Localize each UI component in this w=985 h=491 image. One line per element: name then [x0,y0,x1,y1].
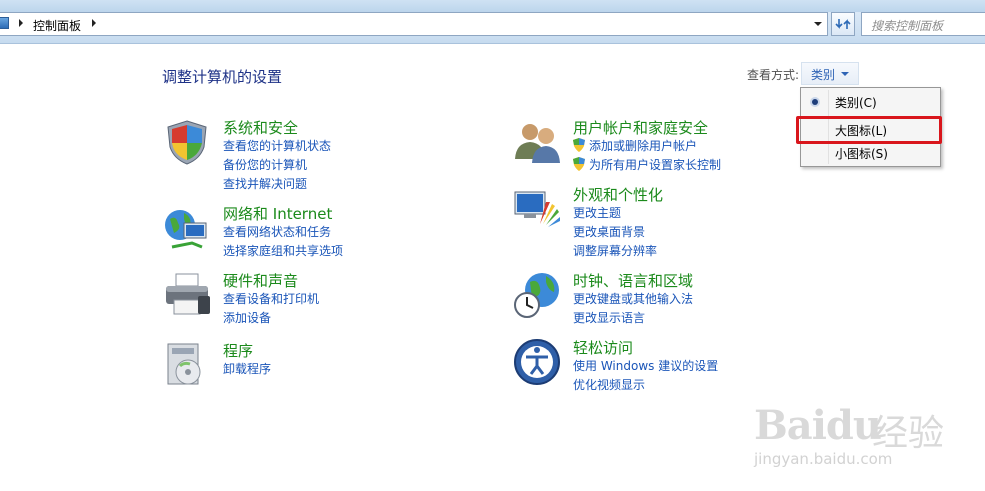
watermark-cn: 经验 [872,413,945,454]
ease-of-access-icon [514,339,560,385]
link-network-status[interactable]: 查看网络状态和任务 [223,223,331,240]
search-input[interactable]: 搜索控制面板 [861,12,985,36]
link-change-input-method[interactable]: 更改键盘或其他输入法 [573,290,693,307]
link-label: 为所有用户设置家长控制 [589,158,722,172]
breadcrumb-control-panel[interactable]: 控制面板 [33,17,81,34]
appearance-icon [514,191,560,227]
category-title[interactable]: 外观和个性化 [573,184,663,205]
menu-item-label: 小图标(S) [835,147,888,161]
category-programs: 程序 卸载程序 [162,340,442,390]
menu-item-small-icons[interactable]: 小图标(S) [801,142,940,164]
programs-icon [167,343,201,385]
printer-icon [166,273,210,315]
category-title[interactable]: 程序 [223,340,253,361]
network-icon [165,210,207,249]
users-icon [515,124,560,163]
category-appearance: 外观和个性化 更改主题 更改桌面背景 调整屏幕分辨率 [512,184,792,264]
view-by-value: 类别 [811,68,836,82]
link-backup-computer[interactable]: 备份您的计算机 [223,156,307,173]
breadcrumb-arrow-icon[interactable] [19,19,23,27]
link-uninstall-program[interactable]: 卸载程序 [223,360,271,377]
link-recommended-settings[interactable]: 使用 Windows 建议的设置 [573,357,718,374]
uac-shield-icon [573,157,585,171]
annotation-highlight-box [796,116,942,144]
window-frame-top [0,0,985,12]
link-check-computer-status[interactable]: 查看您的计算机状态 [223,137,331,154]
watermark-brand: Baidu [754,402,882,449]
page-title: 调整计算机的设置 [162,68,283,86]
watermark-url: jingyan.baidu.com [754,450,893,468]
breadcrumb-arrow-icon[interactable] [92,19,96,27]
uac-shield-icon [573,138,585,152]
category-clock-language-region: 时钟、语言和区域 更改键盘或其他输入法 更改显示语言 [512,270,792,330]
baidu-jingyan-watermark: Baidu 经验 jingyan.baidu.com [754,398,979,478]
menu-item-label: 类别(C) [835,96,877,110]
category-title[interactable]: 系统和安全 [223,117,298,138]
link-label: 添加或删除用户帐户 [589,139,698,153]
navigation-toolbar: 控制面板 搜索控制面板 [0,12,985,44]
category-ease-of-access: 轻松访问 使用 Windows 建议的设置 优化视频显示 [512,337,792,397]
view-by-label: 查看方式: [747,68,800,82]
link-change-theme[interactable]: 更改主题 [573,204,621,221]
refresh-icon [835,19,851,29]
chevron-down-icon [841,72,849,76]
address-bar[interactable]: 控制面板 [0,12,828,36]
link-add-remove-accounts[interactable]: 添加或删除用户帐户 [573,137,697,154]
view-by-dropdown[interactable]: 类别 [801,62,859,85]
link-homegroup-sharing[interactable]: 选择家庭组和共享选项 [223,242,343,259]
category-title[interactable]: 时钟、语言和区域 [573,270,693,291]
refresh-button[interactable] [831,12,855,36]
link-optimize-display[interactable]: 优化视频显示 [573,376,645,393]
control-panel-icon [0,17,9,29]
link-add-device[interactable]: 添加设备 [223,309,271,326]
clock-globe-icon [514,273,559,318]
category-hardware-sound: 硬件和声音 查看设备和打印机 添加设备 [162,270,442,330]
link-change-desktop-background[interactable]: 更改桌面背景 [573,223,645,240]
link-troubleshoot[interactable]: 查找并解决问题 [223,175,307,192]
category-title[interactable]: 轻松访问 [573,337,633,358]
category-system-security: 系统和安全 查看您的计算机状态 备份您的计算机 查找并解决问题 [162,117,442,197]
category-network-internet: 网络和 Internet 查看网络状态和任务 选择家庭组和共享选项 [162,203,442,263]
link-devices-printers[interactable]: 查看设备和打印机 [223,290,319,307]
link-change-display-language[interactable]: 更改显示语言 [573,309,645,326]
radio-selected-icon [812,99,818,105]
link-parental-controls[interactable]: 为所有用户设置家长控制 [573,156,721,173]
category-title[interactable]: 硬件和声音 [223,270,298,291]
link-adjust-resolution[interactable]: 调整屏幕分辨率 [573,242,657,259]
address-dropdown-icon[interactable] [811,17,825,31]
category-title[interactable]: 网络和 Internet [223,203,332,224]
shield-icon [167,120,207,165]
menu-item-category[interactable]: 类别(C) [801,91,940,113]
category-user-accounts: 用户帐户和家庭安全 添加或删除用户帐户 为所有用户设置家长控制 [512,117,792,177]
category-title[interactable]: 用户帐户和家庭安全 [573,117,708,138]
